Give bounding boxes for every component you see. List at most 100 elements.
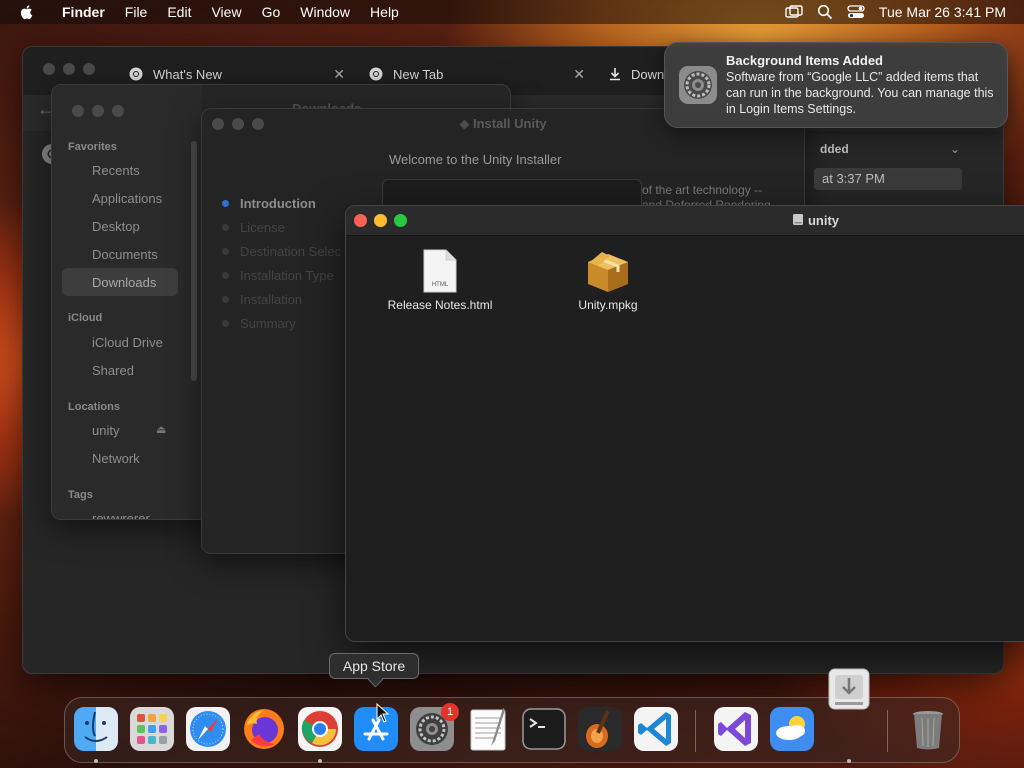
step-indicator-active	[222, 200, 229, 207]
step-installation: Installation	[240, 292, 303, 307]
step-installation-type: Installation Type	[240, 268, 334, 283]
minimize-button[interactable]	[63, 63, 75, 75]
step-indicator	[222, 296, 229, 303]
installer-package-icon: ◆	[459, 116, 473, 131]
step-indicator	[222, 248, 229, 255]
download-icon	[610, 68, 620, 81]
dock-firefox-icon[interactable]	[241, 706, 287, 752]
control-center-icon[interactable]	[847, 5, 865, 19]
chevron-down-icon[interactable]: ⌄	[950, 142, 960, 156]
dock-textedit-icon[interactable]	[465, 706, 511, 752]
screen-mirroring-icon[interactable]	[785, 5, 803, 19]
step-license: License	[240, 220, 285, 235]
file-unity-mpkg[interactable]: Unity.mpkg	[533, 248, 683, 312]
package-icon	[588, 252, 628, 292]
sidebar-section-favorites: Favorites	[68, 141, 117, 153]
sidebar-item-documents[interactable]: Documents	[92, 247, 158, 262]
file-release-notes[interactable]: HTML Release Notes.html	[365, 248, 515, 312]
dock-separator	[695, 710, 696, 752]
close-button[interactable]	[43, 63, 55, 75]
running-indicator	[318, 759, 322, 763]
sidebar-section-locations: Locations	[68, 401, 120, 413]
html-file-icon: HTML	[423, 249, 457, 293]
dock-chrome-icon[interactable]	[297, 706, 343, 752]
notification-body: Software from “Google LLC” added items t…	[726, 70, 994, 116]
installer-title-text: Install Unity	[472, 116, 547, 131]
dock-safari-icon[interactable]	[185, 706, 231, 752]
sidebar-item-tag[interactable]: rewwrerer	[92, 511, 150, 519]
sidebar-item-downloads[interactable]: Downloads	[92, 275, 156, 290]
file-name-label: Release Notes.html	[387, 298, 493, 312]
chrome-logo-icon	[369, 67, 383, 81]
unity-volume-window: unity HTML Release Notes.html Unity.mpkg	[345, 205, 1024, 642]
chrome-logo-icon	[129, 67, 143, 81]
menu-edit[interactable]: Edit	[157, 0, 201, 24]
sidebar-section-tags: Tags	[68, 489, 93, 501]
menu-app-finder[interactable]: Finder	[52, 0, 115, 24]
menu-window[interactable]: Window	[290, 0, 360, 24]
eject-icon[interactable]: ⏏	[156, 423, 166, 436]
chrome-traffic-lights	[43, 63, 95, 75]
sidebar-item-network[interactable]: Network	[92, 451, 140, 466]
downloads-sort-label[interactable]: dded	[820, 142, 849, 156]
dock-weather-icon[interactable]	[769, 706, 815, 752]
menu-view[interactable]: View	[201, 0, 251, 24]
menu-file[interactable]: File	[115, 0, 158, 24]
background-items-notification[interactable]: Background Items Added Software from “Go…	[664, 42, 1008, 128]
notification-badge: 1	[441, 703, 459, 721]
download-item[interactable]: at 3:37 PM	[814, 168, 962, 190]
dock-vscode-icon[interactable]	[633, 706, 679, 752]
tab-label: Downl	[631, 66, 668, 82]
tab-label: New Tab	[393, 66, 444, 82]
notification-title: Background Items Added	[726, 53, 883, 68]
sidebar-item-shared[interactable]: Shared	[92, 363, 134, 378]
html-file-icon-label: HTML	[432, 282, 449, 288]
sidebar-item-desktop[interactable]: Desktop	[92, 219, 140, 234]
sidebar-item-applications[interactable]: Applications	[92, 191, 162, 206]
step-indicator	[222, 272, 229, 279]
close-button[interactable]	[72, 105, 84, 117]
dock-visual-studio-icon[interactable]	[713, 706, 759, 752]
running-indicator	[847, 759, 851, 763]
minimize-button[interactable]	[92, 105, 104, 117]
chrome-downloads-panel: dded ⌄ at 3:37 PM	[806, 132, 972, 212]
dock-finder-icon[interactable]	[73, 706, 119, 752]
sidebar-item-unity[interactable]: unity	[92, 423, 119, 438]
step-destination: Destination Selec	[240, 244, 342, 259]
menubar-clock[interactable]: Tue Mar 26 3:41 PM	[879, 4, 1006, 20]
close-tab-icon[interactable]: ✕	[333, 66, 345, 83]
step-summary: Summary	[240, 316, 296, 331]
dock-separator	[887, 710, 888, 752]
unity-window-title: unity	[346, 213, 1024, 228]
sidebar-item-icloud-drive[interactable]: iCloud Drive	[92, 335, 163, 350]
menu-help[interactable]: Help	[360, 0, 409, 24]
step-indicator	[222, 320, 229, 327]
disk-image-icon	[792, 214, 803, 225]
installer-welcome-heading: Welcome to the Unity Installer	[389, 152, 562, 167]
installer-text-line: of the art technology --	[642, 183, 763, 197]
dock-trash-icon[interactable]	[905, 706, 951, 752]
sidebar-section-icloud: iCloud	[68, 312, 103, 324]
dock-terminal-icon[interactable]	[521, 706, 567, 752]
running-indicator	[94, 759, 98, 763]
menu-bar: Finder File Edit View Go Window Help Tue…	[0, 0, 1024, 24]
spotlight-search-icon[interactable]	[817, 4, 833, 20]
finder-sidebar: Favorites Recents Applications Desktop D…	[52, 85, 202, 519]
sidebar-scrollbar[interactable]	[191, 141, 197, 381]
file-name-label: Unity.mpkg	[578, 298, 638, 312]
system-settings-gear-icon	[679, 66, 717, 104]
unity-titlebar: unity	[346, 206, 1024, 236]
sidebar-item-recents[interactable]: Recents	[92, 163, 140, 178]
step-introduction: Introduction	[240, 196, 316, 211]
mouse-cursor-icon	[376, 703, 390, 723]
dragged-disk-icon	[828, 668, 870, 710]
zoom-button[interactable]	[83, 63, 95, 75]
dock-tooltip: App Store	[329, 653, 419, 679]
menu-go[interactable]: Go	[252, 0, 291, 24]
zoom-button[interactable]	[112, 105, 124, 117]
close-tab-icon[interactable]: ✕	[573, 66, 585, 83]
dock-garageband-icon[interactable]	[577, 706, 623, 752]
apple-logo-icon[interactable]	[18, 3, 36, 21]
dock-launchpad-icon[interactable]	[129, 706, 175, 752]
finder-traffic-lights	[72, 105, 124, 117]
